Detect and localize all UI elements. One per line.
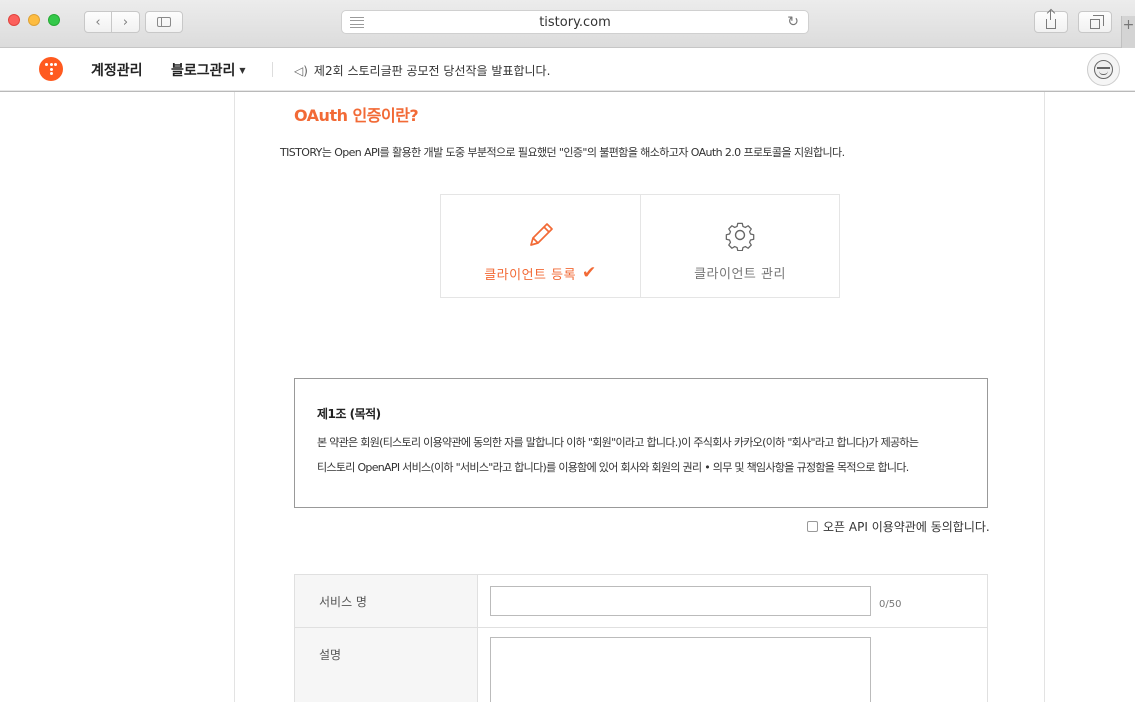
client-form: 서비스 명 0/50 설명 [294, 574, 988, 702]
terms-box[interactable]: 제1조 (목적) 본 약관은 회원(티스토리 이용약관에 동의한 자를 말합니다… [294, 378, 988, 508]
agree-terms-label: 오픈 API 이용약관에 동의합니다. [823, 520, 990, 534]
page-body: OAuth 인증이란? TISTORY는 Open API를 활용한 개발 도중… [0, 92, 1135, 702]
tistory-logo-icon[interactable] [39, 57, 63, 81]
notice-text: 제2회 스토리글판 공모전 당선작을 발표합니다. [313, 64, 551, 78]
step-client-manage-label: 클라이언트 관리 [694, 267, 786, 282]
sidebar-icon [157, 17, 171, 27]
reload-icon[interactable]: ↻ [787, 14, 799, 30]
nav-blog-label: 블로그관리 [171, 63, 236, 79]
step-client-manage[interactable]: 클라이언트 관리 [640, 195, 839, 297]
nav-divider [272, 62, 273, 77]
chevron-left-icon: ‹ [95, 14, 101, 30]
terms-text-line: 티스토리 OpenAPI 서비스(이하 "서비스"라고 합니다)를 이용함에 있… [317, 461, 909, 474]
page-title: OAuth 인증이란? [294, 106, 419, 125]
address-bar[interactable]: tistory.com ↻ [341, 10, 809, 34]
tab-overview-button[interactable] [1078, 11, 1112, 33]
user-avatar-icon [1094, 60, 1113, 79]
description-field-cell [478, 628, 987, 702]
nav-blog-management[interactable]: 블로그관리 ▼ [171, 60, 246, 80]
service-name-input[interactable] [490, 586, 871, 616]
gear-icon [725, 222, 755, 251]
history-nav: ‹ › [84, 11, 140, 33]
zoom-window-button[interactable] [48, 14, 60, 26]
client-steps: 클라이언트 등록 ✔ 클라이언트 관리 [440, 194, 840, 298]
forward-button[interactable]: › [112, 11, 140, 33]
notice-link[interactable]: ◁) 제2회 스토리글판 공모전 당선작을 발표합니다. [294, 62, 550, 79]
nav-account-management[interactable]: 계정관리 [91, 60, 143, 80]
share-icon [1046, 10, 1056, 29]
site-header: 계정관리 블로그관리 ▼ ◁) 제2회 스토리글판 공모전 당선작을 발표합니다… [0, 48, 1135, 91]
new-tab-button[interactable]: + [1121, 16, 1135, 48]
reader-icon[interactable] [350, 17, 364, 28]
agree-terms-checkbox[interactable] [807, 521, 818, 532]
minimize-window-button[interactable] [28, 14, 40, 26]
service-name-counter: 0/50 [879, 599, 902, 610]
terms-heading: 제1조 (목적) [317, 407, 381, 421]
chevron-right-icon: › [122, 14, 129, 30]
plus-icon: + [1122, 17, 1135, 33]
share-button[interactable] [1034, 10, 1068, 33]
pencil-icon [529, 223, 553, 246]
description-label: 설명 [295, 628, 478, 702]
form-row-service-name: 서비스 명 0/50 [295, 575, 987, 628]
url-text: tistory.com [539, 14, 611, 30]
close-window-button[interactable] [8, 14, 20, 26]
step-client-register[interactable]: 클라이언트 등록 ✔ [441, 195, 640, 297]
oauth-description: TISTORY는 Open API를 활용한 개발 도중 부분적으로 필요했던 … [280, 146, 845, 159]
agree-terms[interactable]: 오픈 API 이용약관에 동의합니다. [807, 518, 990, 535]
service-name-label: 서비스 명 [295, 575, 478, 627]
back-button[interactable]: ‹ [84, 11, 112, 33]
caret-down-icon: ▼ [239, 65, 246, 75]
terms-text-line: 본 약관은 회원(티스토리 이용약관에 동의한 자를 말합니다 이하 "회원"이… [317, 436, 919, 449]
service-name-field-cell: 0/50 [478, 575, 987, 627]
window-controls [8, 14, 60, 26]
avatar[interactable] [1087, 53, 1120, 86]
speaker-icon: ◁) [294, 63, 308, 78]
form-row-description: 설명 [295, 628, 987, 702]
step-client-register-label: 클라이언트 등록 [484, 267, 577, 283]
check-icon: ✔ [582, 263, 597, 283]
description-textarea[interactable] [490, 637, 871, 702]
sidebar-toggle-button[interactable] [145, 11, 183, 33]
browser-toolbar: ‹ › tistory.com ↻ + [0, 0, 1135, 48]
content-column: OAuth 인증이란? TISTORY는 Open API를 활용한 개발 도중… [234, 92, 1045, 702]
tabs-icon [1090, 15, 1104, 29]
